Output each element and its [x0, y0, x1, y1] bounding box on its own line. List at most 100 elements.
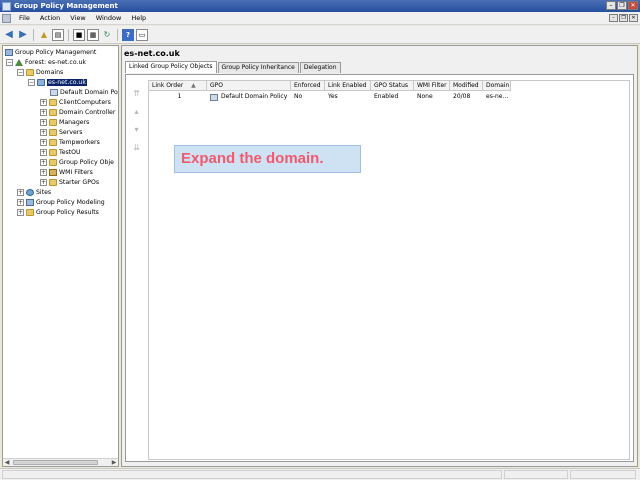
child-window-controls: – ❐ ✕: [609, 14, 638, 22]
window-controls: – ❐ ✕: [606, 1, 638, 10]
column-link-order[interactable]: Link Order ▲: [149, 81, 207, 91]
move-down-icon[interactable]: ▾: [132, 125, 141, 134]
tree-item-group-policy-objects[interactable]: + Group Policy Obje: [40, 157, 114, 167]
child-close-button[interactable]: ✕: [629, 14, 638, 22]
tab-delegation[interactable]: Delegation: [299, 62, 341, 73]
tree-item-gp-results[interactable]: + Group Policy Results: [17, 207, 99, 217]
status-bar: [0, 468, 640, 480]
expand-toggle-icon[interactable]: +: [17, 188, 24, 196]
expand-toggle-icon[interactable]: +: [17, 208, 24, 216]
gpo-name: Default Domain Policy: [221, 93, 288, 100]
properties-icon[interactable]: ▦: [87, 28, 99, 41]
ou-folder-icon: [49, 98, 57, 106]
action-pane-icon[interactable]: ▭: [136, 28, 148, 41]
column-enforced[interactable]: Enforced: [291, 81, 325, 91]
menu-help[interactable]: Help: [126, 14, 151, 22]
move-up-icon[interactable]: ▴: [132, 107, 141, 116]
help-icon[interactable]: ?: [122, 28, 134, 41]
expand-toggle-icon[interactable]: +: [40, 128, 47, 136]
expand-toggle-icon[interactable]: +: [40, 108, 47, 116]
instruction-callout: Expand the domain.: [174, 145, 361, 173]
stop-icon[interactable]: ■: [73, 28, 85, 41]
expand-toggle-icon[interactable]: +: [40, 158, 47, 166]
tree-item-starter-gpos[interactable]: + Starter GPOs: [40, 177, 99, 187]
column-modified[interactable]: Modified: [450, 81, 483, 91]
tree-label: Group Policy Obje: [59, 158, 114, 166]
tree-item-tempworkers[interactable]: + Tempworkers: [40, 137, 100, 147]
show-hide-tree-icon[interactable]: ▤: [52, 28, 64, 41]
menu-file[interactable]: File: [14, 14, 35, 22]
tree-label: WMI Filters: [59, 168, 93, 176]
tree-item-root[interactable]: Group Policy Management: [5, 47, 96, 57]
column-link-enabled[interactable]: Link Enabled: [325, 81, 371, 91]
modeling-icon: [26, 198, 34, 206]
cell-link-enabled: Yes: [328, 93, 338, 100]
column-gpo[interactable]: GPO: [207, 81, 291, 91]
tab-gp-inheritance[interactable]: Group Policy Inheritance: [217, 62, 299, 73]
linked-gpo-table[interactable]: Link Order ▲ GPO Enforced Link Enabled G…: [148, 80, 630, 460]
scrollbar-thumb[interactable]: [13, 460, 98, 465]
back-arrow-icon[interactable]: ◀: [3, 29, 15, 41]
console-tree[interactable]: Group Policy Management − Forest: es-net…: [2, 45, 119, 467]
sites-icon: [26, 188, 34, 196]
up-folder-icon[interactable]: ▲: [38, 29, 50, 41]
forward-arrow-icon[interactable]: ▶: [17, 29, 29, 41]
tree-label: Default Domain Po: [60, 88, 118, 96]
column-wmi-filter[interactable]: WMI Filter: [414, 81, 450, 91]
menu-view[interactable]: View: [65, 14, 90, 22]
minimize-button[interactable]: –: [606, 1, 616, 10]
tree-item-testou[interactable]: + TestOU: [40, 147, 81, 157]
tree-label: Domains: [36, 68, 64, 76]
tree-item-sites[interactable]: + Sites: [17, 187, 51, 197]
cell-domain: es-ne...: [486, 93, 509, 100]
child-restore-button[interactable]: ❐: [619, 14, 628, 22]
tree-item-clientcomputers[interactable]: + ClientComputers: [40, 97, 111, 107]
tree-item-domains[interactable]: − Domains: [17, 67, 63, 77]
expand-toggle-icon[interactable]: +: [40, 98, 47, 106]
move-to-bottom-icon[interactable]: ⇊: [132, 143, 141, 152]
tree-item-wmi-filters[interactable]: + WMI Filters: [40, 167, 93, 177]
column-gpo-status[interactable]: GPO Status: [371, 81, 414, 91]
app-icon: [2, 1, 11, 11]
menu-window[interactable]: Window: [91, 14, 127, 22]
tree-item-servers[interactable]: + Servers: [40, 127, 83, 137]
tree-item-forest[interactable]: − Forest: es-net.co.uk: [6, 57, 86, 67]
expand-toggle-icon[interactable]: +: [17, 198, 24, 206]
collapse-toggle-icon[interactable]: −: [28, 78, 35, 86]
collapse-toggle-icon[interactable]: −: [6, 58, 13, 66]
close-button[interactable]: ✕: [628, 1, 638, 10]
status-segment: [504, 470, 568, 479]
expand-toggle-icon[interactable]: +: [40, 148, 47, 156]
tree-item-gp-modeling[interactable]: + Group Policy Modeling: [17, 197, 105, 207]
column-domain[interactable]: Domain: [483, 81, 511, 91]
tree-label: Forest: es-net.co.uk: [25, 58, 86, 66]
tree-label: Sites: [36, 188, 52, 196]
refresh-icon[interactable]: ↻: [101, 29, 113, 41]
expand-toggle-icon[interactable]: +: [40, 118, 47, 126]
expand-toggle-icon[interactable]: +: [40, 178, 47, 186]
child-minimize-button[interactable]: –: [609, 14, 618, 22]
ou-folder-icon: [49, 108, 57, 116]
folder-icon: [49, 178, 57, 186]
results-icon: [26, 208, 34, 216]
tree-item-default-domain-policy[interactable]: Default Domain Po: [50, 87, 118, 97]
menu-action[interactable]: Action: [35, 14, 65, 22]
collapse-toggle-icon[interactable]: −: [17, 68, 24, 76]
table-header: Link Order ▲ GPO Enforced Link Enabled G…: [149, 81, 511, 91]
tree-item-domain[interactable]: − es-net.co.uk: [28, 77, 87, 87]
scroll-left-icon[interactable]: ◀: [3, 459, 11, 466]
tree-item-domain-controllers[interactable]: + Domain Controller: [40, 107, 115, 117]
move-to-top-icon[interactable]: ⇈: [132, 89, 141, 98]
tab-linked-gpos[interactable]: Linked Group Policy Objects: [125, 61, 217, 73]
table-row[interactable]: 1 Default Domain Policy No Yes Enabled N…: [149, 92, 511, 102]
tree-label: Managers: [59, 118, 90, 126]
toolbar-separator: [117, 28, 118, 41]
mmc-icon[interactable]: [2, 13, 11, 23]
scroll-right-icon[interactable]: ▶: [110, 459, 118, 466]
expand-toggle-icon[interactable]: +: [40, 138, 47, 146]
tree-horizontal-scrollbar[interactable]: ◀ ▶: [3, 458, 118, 466]
tree-item-managers[interactable]: + Managers: [40, 117, 89, 127]
status-segment: [2, 470, 502, 479]
restore-button[interactable]: ❐: [617, 1, 627, 10]
expand-toggle-icon[interactable]: +: [40, 168, 47, 176]
